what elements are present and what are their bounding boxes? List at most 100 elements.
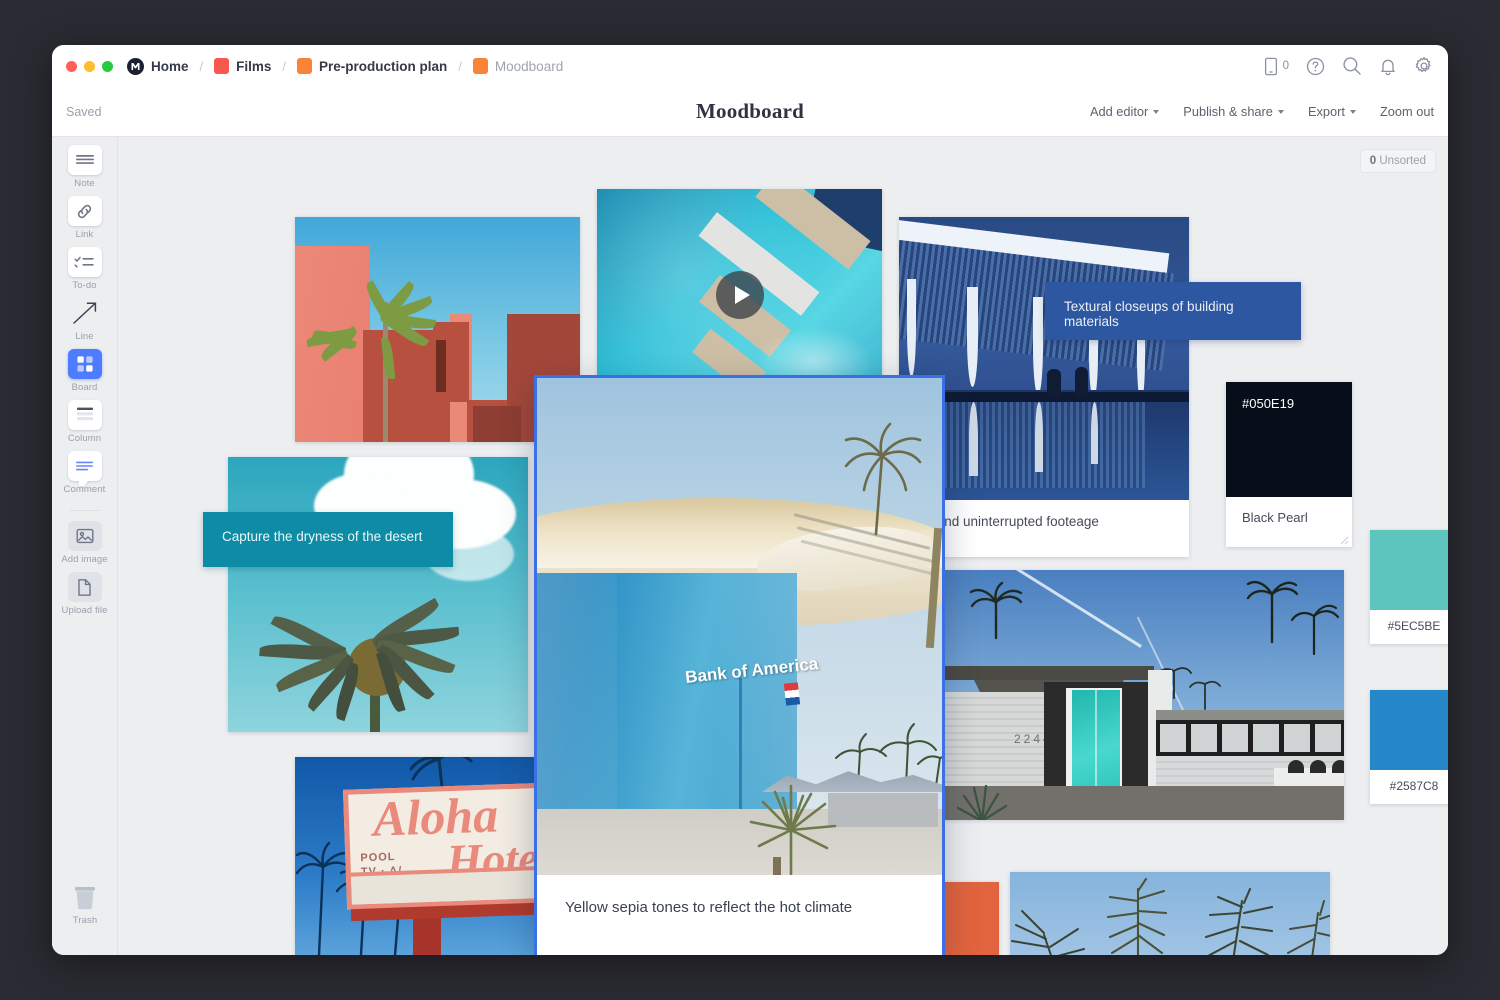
export-button[interactable]: Export bbox=[1308, 104, 1356, 119]
image-pool-diving-board bbox=[597, 189, 882, 401]
tool-column[interactable]: Column bbox=[52, 400, 118, 444]
breadcrumb-separator: / bbox=[282, 59, 286, 74]
line-arrow-icon bbox=[68, 298, 102, 328]
titlebar-actions: 0 bbox=[1264, 45, 1434, 87]
tool-upload-file-label: Upload file bbox=[62, 605, 108, 616]
note-capture-dryness[interactable]: Capture the dryness of the desert bbox=[203, 512, 453, 567]
image-palm-sky bbox=[228, 457, 528, 732]
breadcrumb-label-moodboard: Moodboard bbox=[495, 59, 563, 74]
card-palm-sky[interactable] bbox=[228, 457, 528, 732]
breadcrumb-item-home[interactable]: Home bbox=[127, 58, 189, 75]
swatch-blue-hex: #2587C8 bbox=[1370, 770, 1448, 802]
card-bank-of-america[interactable]: Bank of America bbox=[537, 378, 942, 955]
window-traffic-lights[interactable] bbox=[66, 61, 113, 72]
card-midcentury-house[interactable]: 2244 bbox=[944, 570, 1344, 820]
rail-divider bbox=[70, 510, 100, 511]
tool-link-label: Link bbox=[76, 229, 94, 240]
breadcrumb-label-preproduction: Pre-production plan bbox=[319, 59, 447, 74]
link-icon bbox=[68, 196, 102, 226]
swatch-teal-chip bbox=[1370, 530, 1448, 610]
tool-link[interactable]: Link bbox=[52, 196, 118, 240]
tool-line-label: Line bbox=[75, 331, 93, 342]
resize-handle[interactable] bbox=[1340, 536, 1349, 545]
upload-file-icon bbox=[68, 572, 102, 602]
board-toolbar-actions: Add editor Publish & share Export Zoom o… bbox=[1090, 104, 1434, 119]
maximize-window-button[interactable] bbox=[102, 61, 113, 72]
board-grid-icon bbox=[68, 349, 102, 379]
tool-add-image[interactable]: Add image bbox=[52, 521, 118, 565]
chevron-down-icon bbox=[1278, 110, 1284, 114]
tool-column-label: Column bbox=[68, 433, 101, 444]
aloha-text-pool: POOL bbox=[360, 851, 396, 864]
publish-share-label: Publish & share bbox=[1183, 104, 1273, 119]
image-midcentury-house: 2244 bbox=[944, 570, 1344, 820]
minimize-window-button[interactable] bbox=[84, 61, 95, 72]
search-icon[interactable] bbox=[1342, 56, 1362, 76]
tool-add-image-label: Add image bbox=[61, 554, 107, 565]
chevron-down-icon bbox=[1153, 110, 1159, 114]
swatch-teal[interactable]: #5EC5BE bbox=[1370, 530, 1448, 644]
export-label: Export bbox=[1308, 104, 1345, 119]
tool-note[interactable]: Note bbox=[52, 145, 118, 189]
tool-trash-label: Trash bbox=[73, 915, 97, 926]
tool-board-label: Board bbox=[72, 382, 98, 393]
title-bar: Home / Films / Pre-production plan / Moo… bbox=[52, 45, 1448, 87]
card-blue-architecture[interactable]: nal and uninterrupted footeage bbox=[899, 217, 1189, 557]
folder-swatch-icon-films bbox=[214, 58, 229, 74]
tool-note-label: Note bbox=[74, 178, 94, 189]
mobile-devices-button[interactable]: 0 bbox=[1264, 57, 1289, 76]
tool-board[interactable]: Board bbox=[52, 349, 118, 393]
tool-todo-label: To-do bbox=[72, 280, 96, 291]
unsorted-count: 0 bbox=[1370, 155, 1376, 167]
breadcrumb-separator: / bbox=[458, 59, 462, 74]
chevron-down-icon bbox=[1350, 110, 1356, 114]
close-window-button[interactable] bbox=[66, 61, 77, 72]
tool-todo[interactable]: To-do bbox=[52, 247, 118, 291]
gear-icon[interactable] bbox=[1414, 56, 1434, 76]
card-caption-blue-architecture: nal and uninterrupted footeage bbox=[899, 500, 1189, 543]
milanote-logo-icon bbox=[127, 58, 144, 75]
tool-trash[interactable]: Trash bbox=[52, 882, 118, 926]
folder-swatch-icon-moodboard bbox=[473, 58, 488, 74]
tool-rail: Note Link To-do Line bbox=[52, 137, 118, 955]
publish-share-button[interactable]: Publish & share bbox=[1183, 104, 1284, 119]
breadcrumb-item-preproduction[interactable]: Pre-production plan bbox=[297, 58, 447, 74]
swatch-teal-hex: #5EC5BE bbox=[1370, 610, 1448, 642]
note-textural-closeups[interactable]: Textural closeups of building materials bbox=[1045, 282, 1301, 340]
add-editor-button[interactable]: Add editor bbox=[1090, 104, 1159, 119]
breadcrumb-label-films: Films bbox=[236, 59, 271, 74]
add-editor-label: Add editor bbox=[1090, 104, 1148, 119]
card-pool-video[interactable] bbox=[597, 189, 882, 401]
breadcrumb-item-films[interactable]: Films bbox=[214, 58, 271, 74]
image-bank-of-america: Bank of America bbox=[537, 378, 942, 875]
note-textural-closeups-text: Textural closeups of building materials bbox=[1064, 299, 1234, 329]
swatch-blue-chip bbox=[1370, 690, 1448, 770]
breadcrumb-label-home: Home bbox=[151, 59, 189, 74]
unsorted-label: Unsorted bbox=[1379, 155, 1426, 167]
image-palm-fronds bbox=[1010, 872, 1330, 955]
unsorted-badge[interactable]: 0 Unsorted bbox=[1360, 149, 1436, 173]
zoom-out-label: Zoom out bbox=[1380, 104, 1434, 119]
tool-upload-file[interactable]: Upload file bbox=[52, 572, 118, 616]
breadcrumb-item-moodboard[interactable]: Moodboard bbox=[473, 58, 563, 74]
bell-icon[interactable] bbox=[1379, 57, 1397, 76]
tool-comment[interactable]: Comment bbox=[52, 451, 118, 495]
card-palm-fronds[interactable] bbox=[1010, 872, 1330, 955]
screenshot-root: Home / Films / Pre-production plan / Moo… bbox=[0, 0, 1500, 1000]
todo-icon bbox=[68, 247, 102, 277]
board-toolbar: Saved Moodboard Add editor Publish & sha… bbox=[52, 87, 1448, 137]
board-canvas[interactable]: 0 Unsorted bbox=[118, 137, 1448, 955]
play-button[interactable] bbox=[716, 271, 764, 319]
note-icon bbox=[68, 145, 102, 175]
trash-icon bbox=[68, 882, 102, 912]
zoom-out-button[interactable]: Zoom out bbox=[1380, 104, 1434, 119]
swatch-black-pearl[interactable]: #050E19 Black Pearl bbox=[1226, 382, 1352, 547]
help-icon[interactable] bbox=[1306, 57, 1325, 76]
swatch-black-pearl-hex: #050E19 bbox=[1242, 396, 1294, 411]
swatch-black-pearl-chip: #050E19 bbox=[1226, 382, 1352, 497]
swatch-black-pearl-label: Black Pearl bbox=[1226, 497, 1352, 538]
folder-swatch-icon-preproduction bbox=[297, 58, 312, 74]
swatch-blue[interactable]: #2587C8 bbox=[1370, 690, 1448, 804]
mobile-count: 0 bbox=[1283, 60, 1289, 72]
tool-line[interactable]: Line bbox=[52, 298, 118, 342]
